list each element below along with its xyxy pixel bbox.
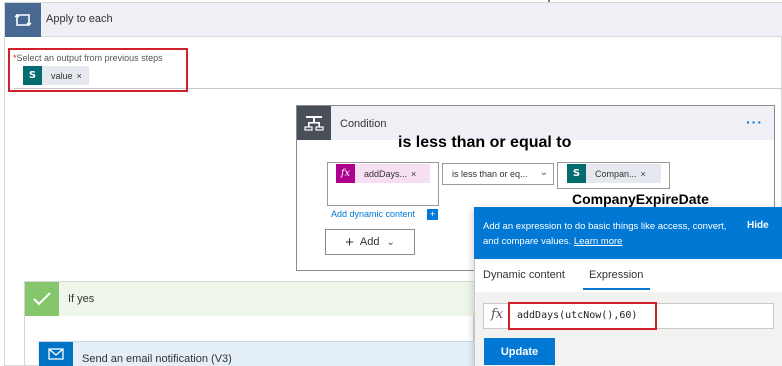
- plus-icon: +: [345, 233, 354, 251]
- chevron-down-icon: ⌄: [539, 167, 548, 178]
- chevron-down-icon: ⌄: [386, 236, 395, 248]
- add-button[interactable]: + Add ⌄: [325, 229, 415, 255]
- condition-icon: [297, 106, 331, 140]
- expression-token[interactable]: fx addDays... ×: [336, 164, 430, 183]
- annotation-column: CompanyExpireDate: [572, 191, 709, 207]
- tab-expression[interactable]: Expression: [589, 269, 643, 281]
- add-button-label: Add: [359, 236, 380, 248]
- condition-title: Condition: [340, 118, 387, 130]
- apply-to-each-title: Apply to each: [46, 13, 113, 25]
- flyout-description: Add an expression to do basic things lik…: [483, 219, 733, 249]
- hide-button[interactable]: Hide: [747, 220, 769, 231]
- company-token[interactable]: S Compan... ×: [567, 164, 661, 183]
- sharepoint-icon: S: [567, 164, 586, 183]
- active-tab-indicator: [583, 288, 650, 290]
- annotation-operator: is less than or equal to: [398, 134, 572, 151]
- more-options-icon[interactable]: ···: [746, 114, 763, 130]
- mail-icon: [39, 342, 73, 366]
- fx-icon: fx: [336, 164, 355, 183]
- remove-token-icon[interactable]: ×: [641, 169, 646, 179]
- loop-icon: [5, 3, 41, 37]
- update-button[interactable]: Update: [484, 338, 555, 365]
- checkmark-icon: [25, 282, 59, 316]
- email-action-title: Send an email notification (V3): [82, 353, 232, 365]
- remove-token-icon[interactable]: ×: [411, 169, 416, 179]
- highlight-box-expression: [508, 302, 657, 330]
- learn-more-link[interactable]: Learn more: [574, 236, 623, 247]
- fx-icon: fx: [491, 307, 504, 322]
- add-dynamic-content-link[interactable]: Add dynamic content: [331, 209, 415, 219]
- if-yes-title: If yes: [68, 293, 95, 305]
- highlight-box-select-output: [8, 48, 188, 92]
- operator-dropdown[interactable]: is less than or eq... ⌄: [442, 163, 554, 185]
- apply-to-each-header[interactable]: [5, 3, 782, 37]
- add-dynamic-plus-icon[interactable]: +: [427, 209, 438, 220]
- operator-value: is less than or eq...: [452, 169, 528, 179]
- company-token-label: Compan...: [595, 168, 637, 179]
- expression-token-label: addDays...: [364, 168, 408, 179]
- tab-dynamic-content[interactable]: Dynamic content: [483, 269, 565, 281]
